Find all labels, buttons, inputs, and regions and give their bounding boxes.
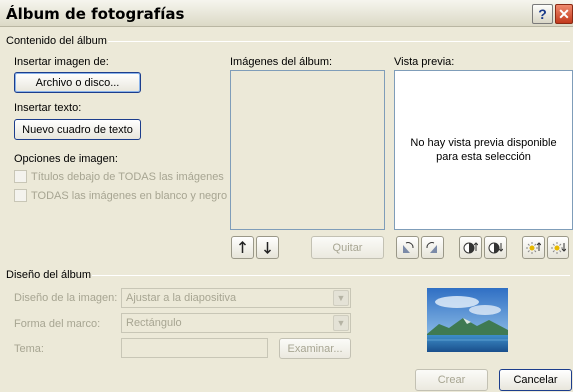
move-up-icon: [238, 240, 247, 253]
rotate-left-button[interactable]: [396, 236, 419, 259]
contrast-down-icon: [488, 242, 503, 254]
rotate-left-icon: [403, 242, 414, 253]
rotate-right-button[interactable]: [421, 236, 444, 259]
preview-pane: No hay vista previa disponible para esta…: [394, 70, 573, 230]
move-down-button[interactable]: [256, 236, 279, 259]
help-button[interactable]: ?: [532, 4, 553, 24]
black-white-checkbox[interactable]: TODAS las imágenes en blanco y negro: [14, 189, 227, 202]
brightness-up-icon: [526, 242, 541, 254]
theme-label: Tema:: [14, 343, 44, 355]
create-button[interactable]: Crear: [415, 369, 488, 391]
album-images-list[interactable]: [230, 70, 385, 230]
contrast-up-icon: [463, 242, 478, 254]
album-contents-divider: [108, 41, 570, 42]
brightness-down-icon: [550, 242, 566, 254]
image-layout-label: Diseño de la imagen:: [14, 292, 118, 304]
move-down-icon: [263, 242, 272, 255]
preview-label: Vista previa:: [394, 56, 455, 68]
image-layout-value: Ajustar a la diapositiva: [126, 292, 237, 304]
album-layout-divider: [92, 275, 570, 276]
black-white-checkbox-box[interactable]: [14, 189, 27, 202]
captions-checkbox-box[interactable]: [14, 170, 27, 183]
album-images-label: Imágenes del álbum:: [230, 56, 333, 68]
brightness-down-button[interactable]: [547, 236, 569, 259]
captions-checkbox-label: Títulos debajo de TODAS las imágenes: [31, 170, 224, 183]
close-button[interactable]: ✕: [555, 4, 573, 24]
image-layout-select[interactable]: Ajustar a la diapositiva ▼: [121, 288, 351, 308]
remove-button[interactable]: Quitar: [311, 236, 384, 259]
album-layout-group-label: Diseño del álbum: [6, 269, 91, 281]
black-white-checkbox-label: TODAS las imágenes en blanco y negro: [31, 189, 228, 202]
title-bar: Álbum de fotografías ? ✕: [0, 0, 573, 27]
captions-checkbox[interactable]: Títulos debajo de TODAS las imágenes: [14, 170, 224, 183]
contrast-down-button[interactable]: [484, 236, 507, 259]
brightness-up-button[interactable]: [522, 236, 545, 259]
insert-image-label: Insertar imagen de:: [14, 56, 109, 68]
preview-message-line2: para esta selección: [436, 151, 531, 163]
contrast-up-button[interactable]: [459, 236, 482, 259]
frame-shape-value: Rectángulo: [126, 317, 182, 329]
insert-text-label: Insertar texto:: [14, 102, 82, 114]
browse-button[interactable]: Examinar...: [279, 338, 351, 359]
frame-shape-label: Forma del marco:: [14, 318, 101, 330]
layout-preview-image: [427, 288, 508, 352]
image-options-label: Opciones de imagen:: [14, 153, 118, 165]
rotate-right-icon: [426, 242, 437, 253]
move-up-button[interactable]: [231, 236, 254, 259]
theme-input[interactable]: [121, 338, 268, 358]
chevron-down-icon: ▼: [333, 290, 349, 306]
cancel-button[interactable]: Cancelar: [499, 369, 572, 391]
chevron-down-icon: ▼: [333, 315, 349, 331]
album-contents-group-label: Contenido del álbum: [6, 35, 107, 47]
new-textbox-button[interactable]: Nuevo cuadro de texto: [14, 119, 141, 140]
frame-shape-select[interactable]: Rectángulo ▼: [121, 313, 351, 333]
file-or-disk-button[interactable]: Archivo o disco...: [14, 72, 141, 93]
preview-message-line1: No hay vista previa disponible: [410, 137, 557, 149]
window-title: Álbum de fotografías: [6, 5, 185, 23]
